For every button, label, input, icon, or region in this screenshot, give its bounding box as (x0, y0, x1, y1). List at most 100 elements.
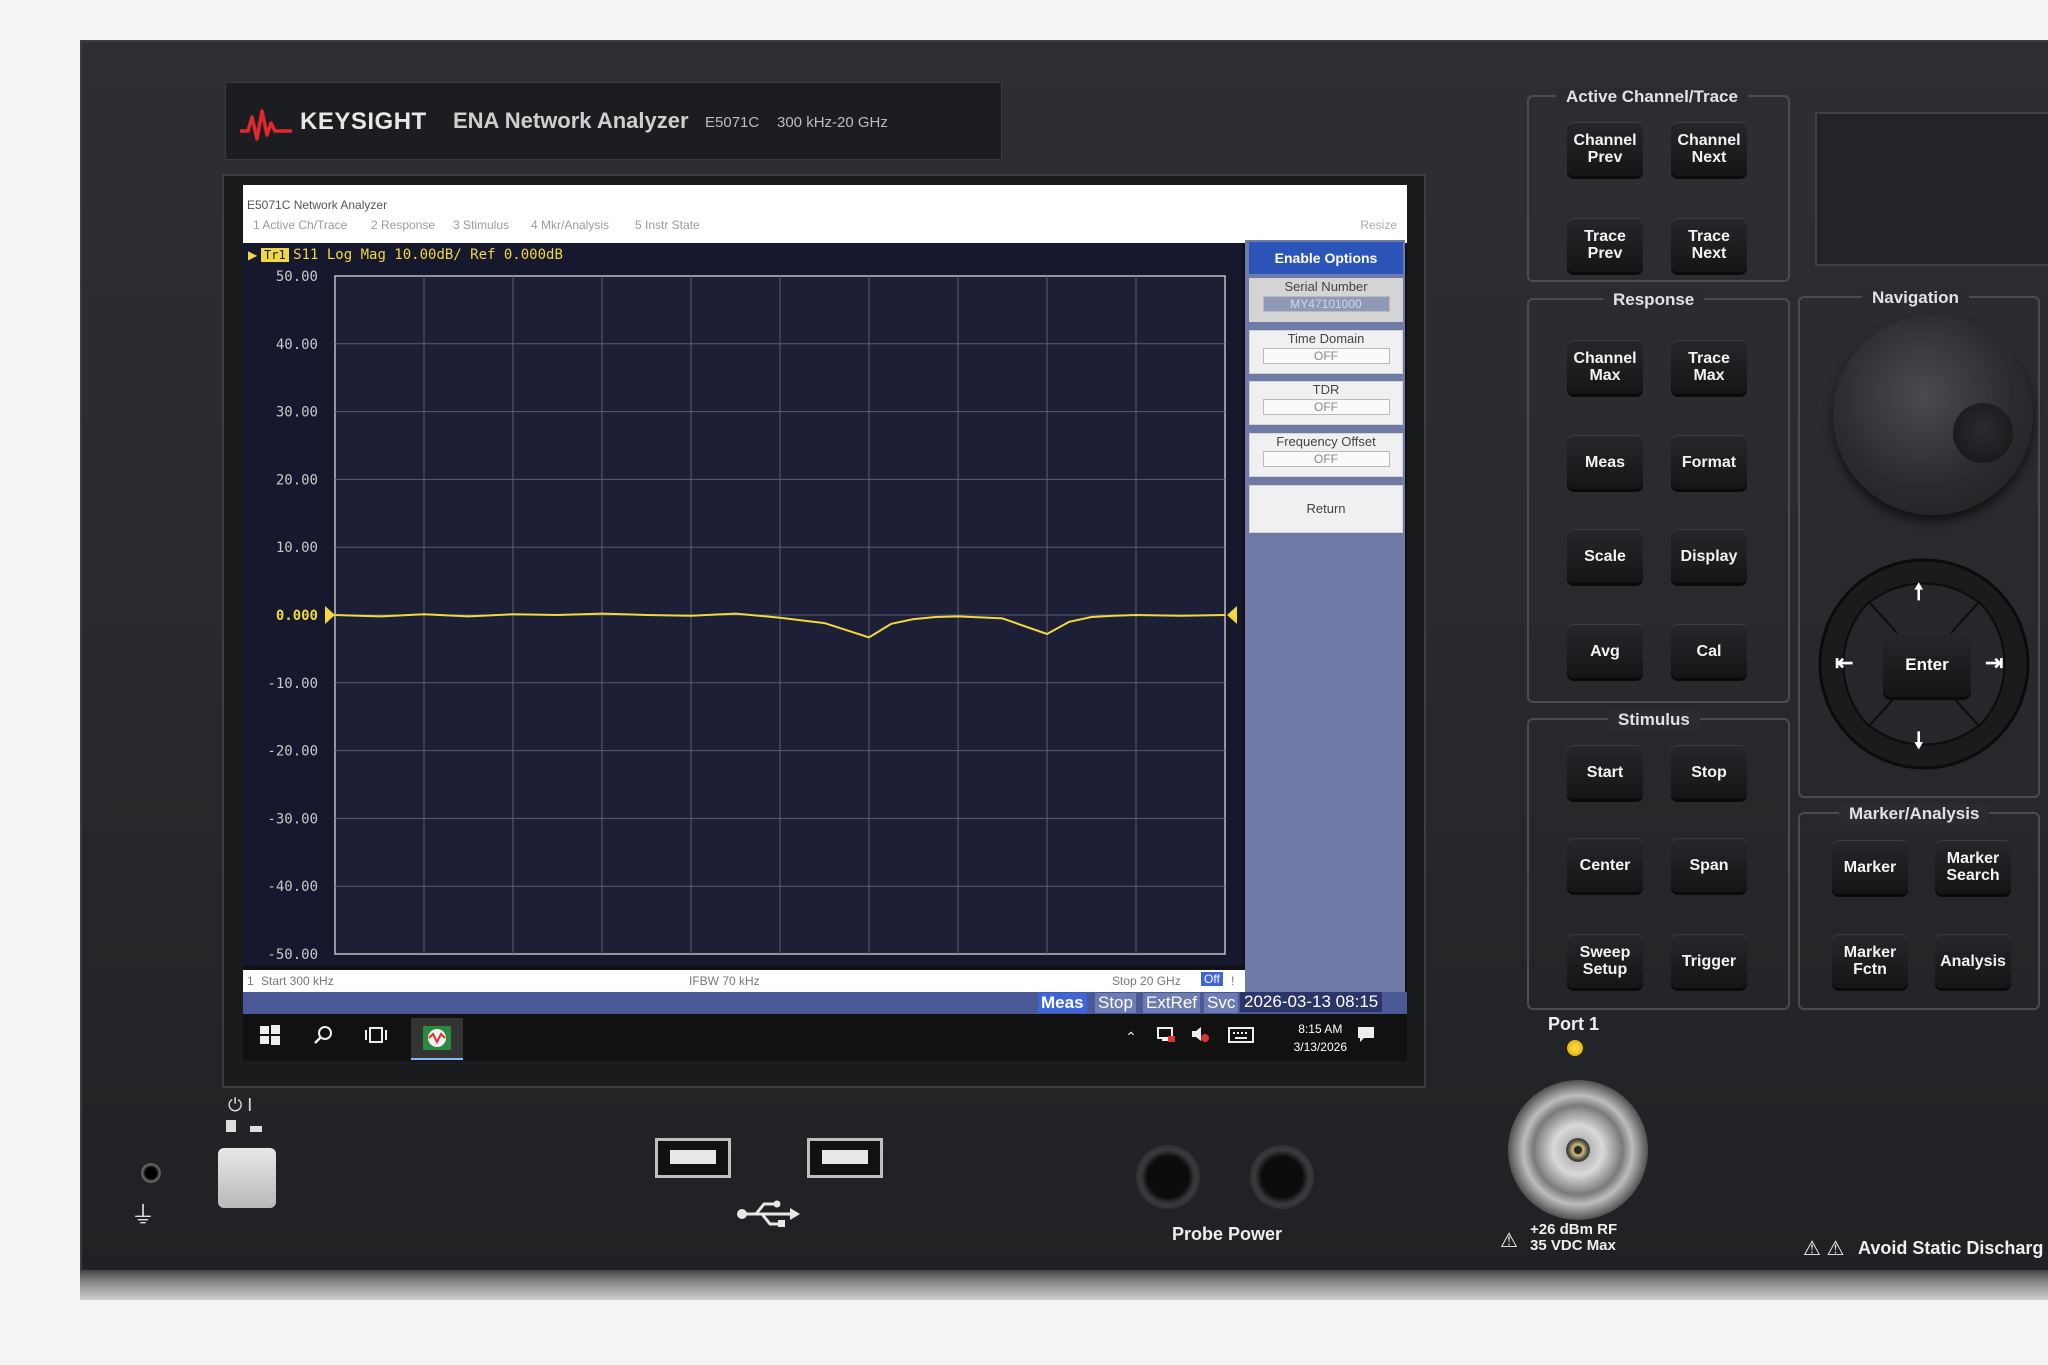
menu-mkr-analysis[interactable]: 4 Mkr/Analysis (531, 218, 609, 232)
marker-key[interactable]: Marker (1832, 840, 1908, 894)
usb-port-2[interactable] (807, 1138, 883, 1178)
status-svc: Svc (1204, 993, 1239, 1013)
speaker-muted-icon[interactable] (1187, 1024, 1213, 1050)
trace-point (1179, 614, 1182, 617)
probe-power-port-2[interactable] (1250, 1145, 1314, 1209)
product-name: ENA Network Analyzer (453, 108, 689, 133)
trace-point (601, 612, 603, 615)
trace-point (1112, 614, 1115, 617)
model-number: E5071C (705, 114, 760, 131)
trace-point (378, 615, 381, 618)
time-domain-value: OFF (1262, 348, 1390, 364)
group-title-navigation: Navigation (1862, 288, 1969, 308)
menu-active-ch-trace[interactable]: 1 Active Ch/Trace (253, 218, 347, 232)
trigger-key[interactable]: Trigger (1671, 934, 1747, 988)
chassis-ground-icon: ⏚ (131, 1202, 155, 1229)
start-key[interactable]: Start (1567, 745, 1643, 799)
channel-footer: 1 Start 300 kHz IFBW 70 kHz Stop 20 GHz … (243, 970, 1246, 992)
status-extref: ExtRef (1143, 993, 1201, 1013)
trace-point (690, 614, 692, 617)
trace-point (1046, 633, 1048, 635)
auxiliary-display-window (1815, 112, 2048, 266)
marker-fctn-key[interactable]: Marker Fctn (1832, 934, 1908, 988)
trace-point (734, 612, 737, 615)
y-tick-label: 40.00 (276, 337, 318, 353)
channel-prev-key[interactable]: Channel Prev (1567, 122, 1643, 176)
y-tick-label: -30.00 (267, 811, 318, 827)
softkey-frequency-offset[interactable]: Frequency Offset OFF (1249, 433, 1403, 477)
menu-stimulus[interactable]: 3 Stimulus (453, 218, 509, 232)
trace-point (934, 616, 937, 618)
probe-power-port-1[interactable] (1136, 1145, 1200, 1209)
windows-icon[interactable] (257, 1024, 283, 1050)
keyboard-icon[interactable] (1228, 1024, 1254, 1050)
trace-point (957, 615, 959, 618)
port1-label: Port 1 (1548, 1014, 1600, 1034)
trace-point (645, 614, 648, 616)
analysis-key[interactable]: Analysis (1935, 934, 2011, 988)
brand-name: KEYSIGHT (300, 108, 427, 135)
search-icon[interactable] (310, 1024, 336, 1050)
scale-key[interactable]: Scale (1567, 529, 1643, 583)
softkey-panel: Enable Options Serial Number MY47101000 … (1245, 240, 1405, 992)
reference-marker-left (325, 606, 335, 624)
task-view-icon[interactable] (363, 1024, 389, 1050)
softkey-return[interactable]: Return (1249, 485, 1403, 533)
network-icon[interactable] (1153, 1024, 1179, 1050)
trace-prev-key[interactable]: Trace Prev (1567, 218, 1643, 272)
group-title-stimulus: Stimulus (1608, 710, 1700, 730)
softkey-time-domain[interactable]: Time Domain OFF (1249, 330, 1403, 374)
menu-response[interactable]: 2 Response (371, 218, 435, 232)
marker-search-key[interactable]: Marker Search (1935, 840, 2011, 894)
display-key[interactable]: Display (1671, 529, 1747, 583)
meas-key[interactable]: Meas (1567, 435, 1643, 489)
serial-number-value: MY47101000 (1262, 296, 1390, 312)
footer-channel: 1 (247, 974, 254, 988)
static-warning: Avoid Static Discharg (1858, 1238, 2044, 1258)
usb-port-1[interactable] (655, 1138, 731, 1178)
notification-icon[interactable] (1353, 1024, 1379, 1050)
channel-max-key[interactable]: Channel Max (1567, 340, 1643, 394)
trace-max-key[interactable]: Trace Max (1671, 340, 1747, 394)
trace-point (467, 615, 470, 618)
port1-led (1567, 1040, 1583, 1056)
taskbar-time: 8:15 AM (1298, 1022, 1343, 1036)
serial-number-label: Serial Number (1284, 279, 1368, 294)
avg-key[interactable]: Avg (1567, 624, 1643, 678)
trace-chart: 50.00 40.00 30.00 20.00 10.00 0.000 -10.00 -20.… (267, 269, 1237, 963)
analyzer-screen[interactable]: E5071C Network Analyzer 1 Active Ch/Trac… (243, 185, 1407, 1061)
format-key[interactable]: Format (1671, 435, 1747, 489)
analyzer-app-icon[interactable] (411, 1018, 463, 1060)
keysight-logo-icon (240, 109, 292, 141)
ground-jack[interactable] (141, 1163, 161, 1183)
resize-button[interactable]: Resize (1360, 218, 1397, 232)
channel-next-key[interactable]: Channel Next (1671, 122, 1747, 176)
y-tick-label: 50.00 (276, 269, 318, 285)
y-tick-label: -40.00 (267, 879, 318, 895)
windows-taskbar: ⌃ 8:15 AM 3/13/2026 (243, 1014, 1407, 1061)
tab-right-arrow-icon: ⇥ (1985, 650, 2004, 675)
trace-point (423, 613, 425, 616)
menu-instr-state[interactable]: 5 Instr State (635, 218, 700, 232)
trace-point (1090, 616, 1093, 618)
taskbar-clock[interactable]: 8:15 AM 3/13/2026 (1294, 1020, 1347, 1056)
stop-key[interactable]: Stop (1671, 745, 1747, 799)
trace-point (868, 636, 870, 639)
span-key[interactable]: Span (1671, 838, 1747, 892)
up-arrow-icon: 🠕 (1914, 579, 1924, 604)
frequency-offset-value: OFF (1262, 451, 1390, 467)
port1-rating-dc: 35 VDC Max (1530, 1237, 1616, 1254)
enter-key[interactable]: Enter (1883, 633, 1971, 697)
cal-key[interactable]: Cal (1671, 624, 1747, 678)
reference-marker-right (1227, 606, 1237, 624)
sweep-setup-key[interactable]: Sweep Setup (1567, 934, 1643, 988)
chevron-up-icon[interactable]: ⌃ (1118, 1024, 1144, 1050)
trace-next-key[interactable]: Trace Next (1671, 218, 1747, 272)
power-button[interactable] (218, 1148, 276, 1208)
y-tick-label: 10.00 (276, 540, 318, 556)
softkey-serial-number[interactable]: Serial Number MY47101000 (1249, 278, 1403, 322)
center-key[interactable]: Center (1567, 838, 1643, 892)
softkey-tdr[interactable]: TDR OFF (1249, 381, 1403, 425)
y-tick-label: 0.000 (276, 608, 318, 624)
softkey-enable-options[interactable]: Enable Options (1249, 242, 1403, 274)
